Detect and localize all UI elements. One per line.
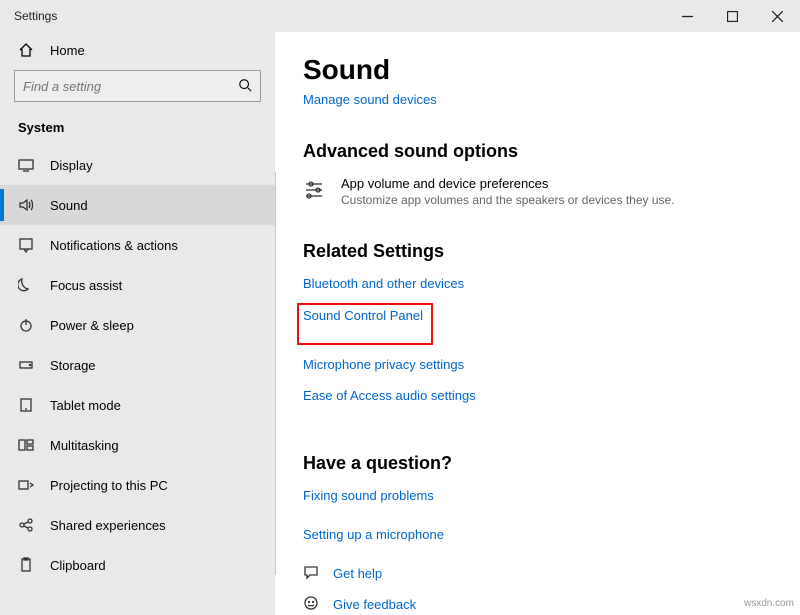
feedback-icon bbox=[303, 595, 319, 614]
sidebar-item-sound[interactable]: Sound bbox=[0, 185, 275, 225]
app-volume-sub: Customize app volumes and the speakers o… bbox=[341, 193, 675, 207]
sidebar-item-focus-assist[interactable]: Focus assist bbox=[0, 265, 275, 305]
sidebar-item-label: Power & sleep bbox=[50, 318, 134, 333]
page-title: Sound bbox=[303, 54, 800, 86]
sidebar-nav: Display Sound Notifications & actions Fo… bbox=[0, 145, 275, 585]
get-help-link[interactable]: Get help bbox=[333, 566, 382, 581]
minimize-button[interactable] bbox=[665, 0, 710, 32]
app-volume-title: App volume and device preferences bbox=[341, 176, 675, 191]
titlebar: Settings bbox=[0, 0, 800, 32]
link-mic-privacy[interactable]: Microphone privacy settings bbox=[303, 357, 464, 372]
sidebar-item-notifications[interactable]: Notifications & actions bbox=[0, 225, 275, 265]
search-icon bbox=[238, 78, 252, 95]
sidebar-item-shared-experiences[interactable]: Shared experiences bbox=[0, 505, 275, 545]
sliders-icon bbox=[303, 176, 325, 203]
sidebar-item-tablet-mode[interactable]: Tablet mode bbox=[0, 385, 275, 425]
get-help-row[interactable]: Get help bbox=[303, 564, 800, 583]
focus-assist-icon bbox=[18, 277, 34, 293]
scroll-indicator[interactable] bbox=[275, 172, 276, 575]
power-icon bbox=[18, 317, 34, 333]
sidebar-item-label: Shared experiences bbox=[50, 518, 166, 533]
related-heading: Related Settings bbox=[303, 241, 800, 262]
sidebar-item-label: Projecting to this PC bbox=[50, 478, 168, 493]
link-setup-mic[interactable]: Setting up a microphone bbox=[303, 527, 444, 542]
search-field[interactable] bbox=[23, 79, 238, 94]
notifications-icon bbox=[18, 237, 34, 253]
home-button[interactable]: Home bbox=[0, 32, 275, 70]
home-label: Home bbox=[50, 43, 85, 58]
sidebar-item-label: Sound bbox=[50, 198, 88, 213]
sidebar-item-storage[interactable]: Storage bbox=[0, 345, 275, 385]
projecting-icon bbox=[18, 477, 34, 493]
window-title: Settings bbox=[0, 9, 665, 23]
sidebar-item-projecting[interactable]: Projecting to this PC bbox=[0, 465, 275, 505]
sidebar-item-label: Notifications & actions bbox=[50, 238, 178, 253]
home-icon bbox=[18, 42, 34, 58]
watermark: wsxdn.com bbox=[744, 598, 794, 609]
sidebar-item-label: Storage bbox=[50, 358, 96, 373]
search-input[interactable] bbox=[14, 70, 261, 102]
sidebar-item-label: Focus assist bbox=[50, 278, 122, 293]
give-feedback-row[interactable]: Give feedback bbox=[303, 595, 800, 614]
tablet-icon bbox=[18, 397, 34, 413]
sidebar-item-display[interactable]: Display bbox=[0, 145, 275, 185]
sidebar-item-label: Tablet mode bbox=[50, 398, 121, 413]
sidebar-item-clipboard[interactable]: Clipboard bbox=[0, 545, 275, 585]
link-ease-of-access[interactable]: Ease of Access audio settings bbox=[303, 388, 476, 403]
sound-icon bbox=[18, 197, 34, 213]
sidebar-section-label: System bbox=[0, 120, 275, 145]
clipboard-icon bbox=[18, 557, 34, 573]
chat-icon bbox=[303, 564, 319, 583]
sidebar: Home System Display Sound Notification bbox=[0, 32, 275, 615]
advanced-heading: Advanced sound options bbox=[303, 141, 800, 162]
link-bluetooth-devices[interactable]: Bluetooth and other devices bbox=[303, 276, 464, 291]
link-sound-control-panel[interactable]: Sound Control Panel bbox=[303, 308, 423, 323]
multitasking-icon bbox=[18, 437, 34, 453]
sidebar-item-power-sleep[interactable]: Power & sleep bbox=[0, 305, 275, 345]
app-volume-row[interactable]: App volume and device preferences Custom… bbox=[303, 176, 800, 207]
sidebar-item-label: Clipboard bbox=[50, 558, 106, 573]
close-button[interactable] bbox=[755, 0, 800, 32]
sidebar-item-multitasking[interactable]: Multitasking bbox=[0, 425, 275, 465]
shared-icon bbox=[18, 517, 34, 533]
question-heading: Have a question? bbox=[303, 453, 800, 474]
sidebar-item-label: Display bbox=[50, 158, 93, 173]
display-icon bbox=[18, 157, 34, 173]
content-pane: Sound Manage sound devices Advanced soun… bbox=[275, 32, 800, 615]
link-fixing-sound[interactable]: Fixing sound problems bbox=[303, 488, 434, 503]
highlight-box: Sound Control Panel bbox=[297, 303, 433, 345]
storage-icon bbox=[18, 357, 34, 373]
manage-sound-devices-link[interactable]: Manage sound devices bbox=[303, 92, 437, 107]
maximize-button[interactable] bbox=[710, 0, 755, 32]
sidebar-item-label: Multitasking bbox=[50, 438, 119, 453]
give-feedback-link[interactable]: Give feedback bbox=[333, 597, 416, 612]
